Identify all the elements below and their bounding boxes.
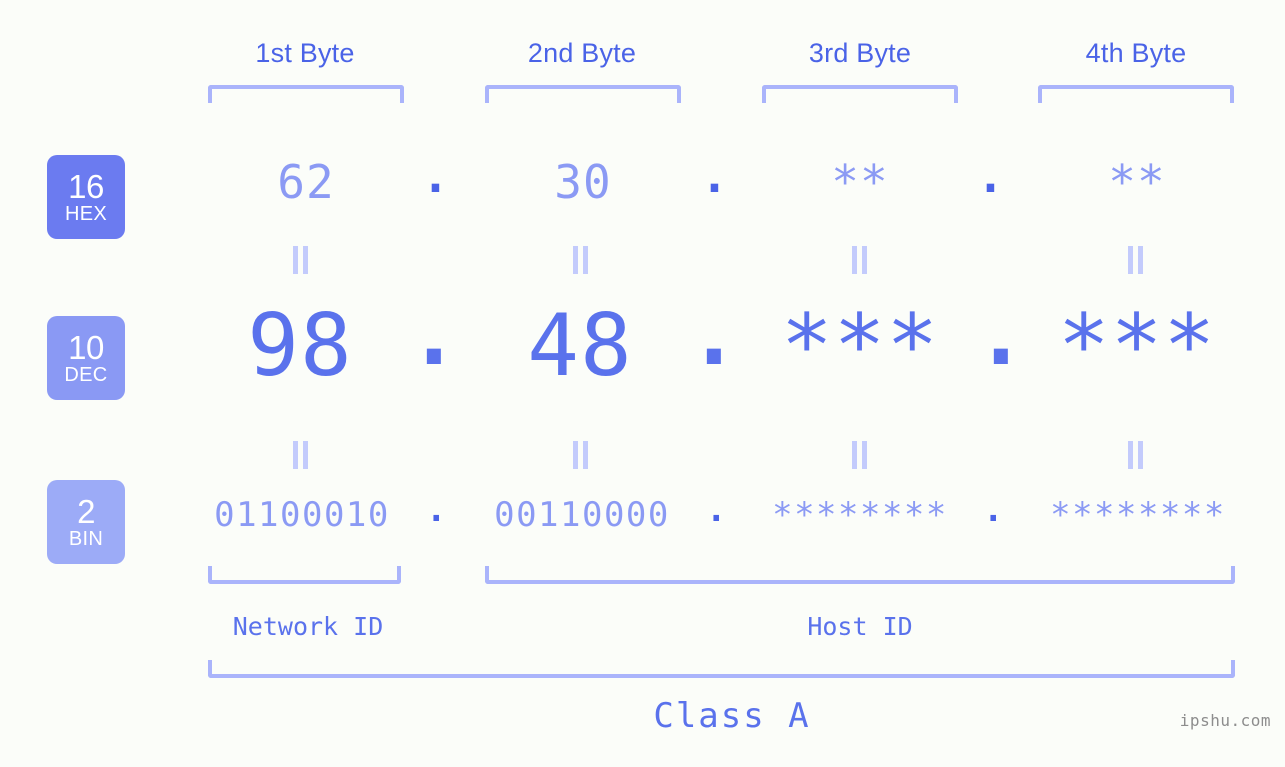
dec-octet-3: *** [750, 296, 970, 396]
host-id-bracket [485, 566, 1235, 584]
equality-mark-dec-bin-2 [572, 441, 590, 469]
radix-badge-dec: 10 DEC [47, 316, 125, 400]
radix-badge-dec-abbr: DEC [64, 364, 107, 386]
equality-mark-dec-bin-4 [1127, 441, 1145, 469]
dec-octet-4: *** [1027, 296, 1247, 396]
class-bracket [208, 660, 1235, 678]
hex-separator-3: . [966, 152, 1016, 212]
watermark: ipshu.com [1180, 711, 1271, 730]
network-id-bracket [208, 566, 401, 584]
radix-badge-bin: 2 BIN [47, 480, 125, 564]
bin-octet-3: ******** [750, 492, 970, 538]
network-id-label: Network ID [198, 610, 418, 644]
bin-octet-4: ******** [1028, 492, 1248, 538]
bin-octet-2: 00110000 [472, 492, 692, 538]
byte-header-1: 1st Byte [195, 33, 415, 73]
hex-octet-4: ** [1027, 152, 1247, 212]
radix-badge-bin-abbr: BIN [69, 528, 103, 550]
dec-octet-2: 48 [470, 296, 690, 396]
radix-badge-hex-number: 16 [68, 170, 104, 203]
bin-separator-1: . [412, 492, 462, 538]
dec-separator-1: . [408, 296, 458, 396]
equality-mark-hex-dec-3 [851, 246, 869, 274]
byte-bracket-top-3 [762, 85, 958, 103]
radix-badge-dec-number: 10 [68, 331, 104, 364]
bin-separator-2: . [692, 492, 742, 538]
hex-separator-2: . [690, 152, 740, 212]
dec-separator-2: . [688, 296, 738, 396]
bin-separator-3: . [969, 492, 1019, 538]
byte-header-2: 2nd Byte [472, 33, 692, 73]
equality-mark-hex-dec-2 [572, 246, 590, 274]
byte-header-4: 4th Byte [1026, 33, 1246, 73]
dec-octet-1: 98 [190, 296, 410, 396]
hex-octet-2: 30 [473, 152, 693, 212]
radix-badge-hex: 16 HEX [47, 155, 125, 239]
equality-mark-hex-dec-1 [292, 246, 310, 274]
hex-octet-3: ** [750, 152, 970, 212]
bin-octet-1: 01100010 [192, 492, 412, 538]
equality-mark-dec-bin-3 [851, 441, 869, 469]
byte-header-3: 3rd Byte [750, 33, 970, 73]
host-id-label: Host ID [750, 610, 970, 644]
equality-mark-hex-dec-4 [1127, 246, 1145, 274]
dec-separator-3: . [975, 296, 1025, 396]
radix-badge-hex-abbr: HEX [65, 203, 107, 225]
class-label: Class A [512, 694, 952, 738]
radix-badge-bin-number: 2 [77, 495, 95, 528]
byte-bracket-top-1 [208, 85, 404, 103]
byte-bracket-top-4 [1038, 85, 1234, 103]
byte-bracket-top-2 [485, 85, 681, 103]
hex-octet-1: 62 [196, 152, 416, 212]
hex-separator-1: . [411, 152, 461, 212]
equality-mark-dec-bin-1 [292, 441, 310, 469]
ip-address-breakdown-diagram: 1st Byte 2nd Byte 3rd Byte 4th Byte 16 H… [0, 0, 1285, 767]
